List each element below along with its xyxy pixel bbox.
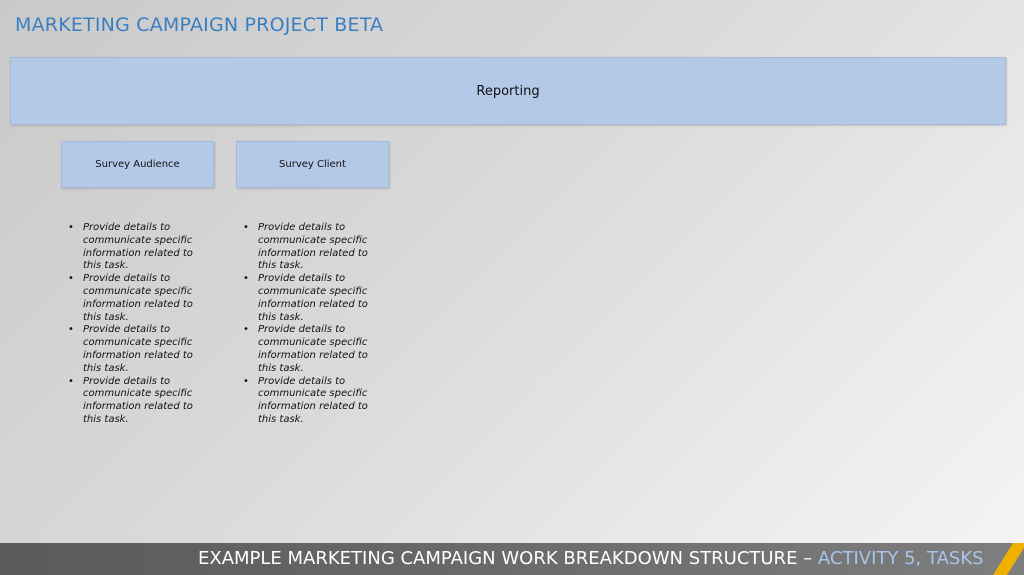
footer-stripe-decoration bbox=[993, 543, 1024, 575]
list-item: • Provide details to communicate specific… bbox=[68, 375, 193, 425]
bullet-icon: • bbox=[68, 273, 74, 285]
bullet-icon: • bbox=[68, 375, 74, 387]
task-details-survey-client: • Provide details to communicate specific… bbox=[243, 222, 386, 427]
task-details-survey-audience: • Provide details to communicate specific… bbox=[68, 222, 211, 427]
bullet-icon: • bbox=[243, 375, 249, 387]
reporting-box: Reporting bbox=[10, 57, 1006, 125]
task-label: Survey Audience bbox=[95, 159, 180, 170]
list-item: • Provide details to communicate specific… bbox=[243, 222, 368, 272]
list-item: • Provide details to communicate specific… bbox=[243, 375, 368, 425]
list-item: • Provide details to communicate specific… bbox=[243, 273, 368, 323]
bullet-icon: • bbox=[68, 222, 74, 233]
footer-main-text: EXAMPLE MARKETING CAMPAIGN WORK BREAKDOW… bbox=[198, 548, 818, 569]
footer-title: EXAMPLE MARKETING CAMPAIGN WORK BREAKDOW… bbox=[198, 548, 984, 569]
list-item: • Provide details to communicate specific… bbox=[68, 222, 193, 272]
bullet-icon: • bbox=[243, 222, 249, 233]
list-item: • Provide details to communicate specific… bbox=[68, 324, 193, 374]
list-item: • Provide details to communicate specific… bbox=[243, 324, 368, 374]
list-item: • Provide details to communicate specific… bbox=[68, 273, 193, 323]
footer-accent-text: ACTIVITY 5, TASKS bbox=[817, 548, 984, 569]
bullet-icon: • bbox=[243, 273, 249, 285]
bullet-icon: • bbox=[68, 324, 74, 336]
task-label: Survey Client bbox=[279, 159, 346, 170]
reporting-label: Reporting bbox=[476, 83, 540, 99]
page-title: MARKETING CAMPAIGN PROJECT BETA bbox=[15, 14, 384, 36]
task-box-survey-client: Survey Client bbox=[236, 141, 389, 188]
footer-bar: EXAMPLE MARKETING CAMPAIGN WORK BREAKDOW… bbox=[0, 543, 1024, 575]
bullet-icon: • bbox=[243, 324, 249, 336]
task-box-survey-audience: Survey Audience bbox=[61, 141, 214, 188]
